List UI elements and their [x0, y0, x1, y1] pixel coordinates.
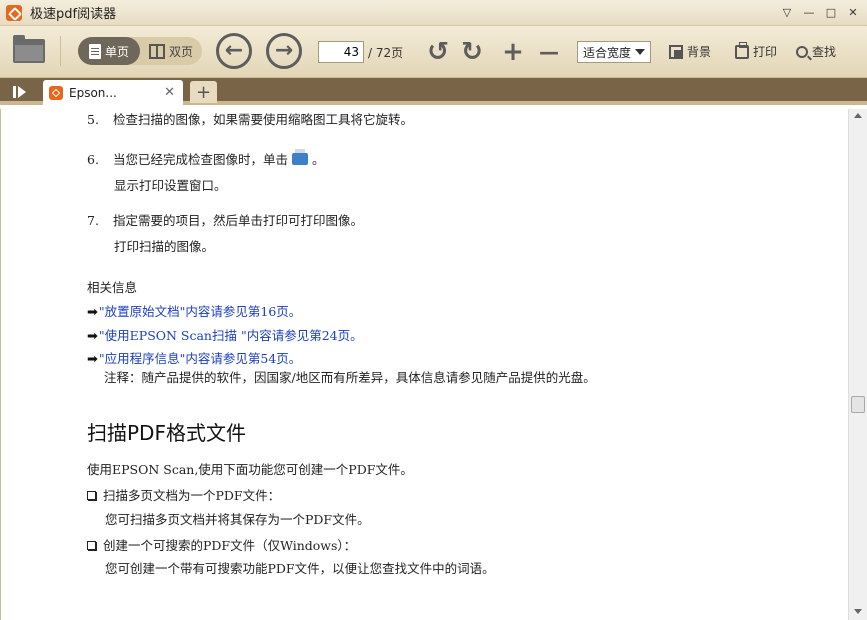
step-detail: 打印扫描的图像。: [114, 239, 215, 254]
related-link[interactable]: ➡"放置原始文档"内容请参见第16页。: [87, 301, 301, 320]
related-link-text: "放置原始文档"内容请参见第16页。: [98, 304, 302, 319]
background-icon: [669, 44, 683, 59]
view-mode-toggle: 单页 双页: [78, 37, 202, 65]
folder-icon: [13, 35, 45, 63]
scrollbar-thumb[interactable]: [851, 396, 865, 413]
play-arrow-icon: [17, 86, 26, 98]
close-button[interactable]: ✕: [843, 3, 863, 21]
toolbar-divider: [60, 36, 61, 66]
bullet-item: 扫描多页文档为一个PDF文件：: [87, 485, 280, 504]
arrow-right-icon: ➡: [87, 329, 98, 344]
next-page-button[interactable]: →: [266, 33, 302, 69]
open-file-button[interactable]: [12, 35, 46, 66]
app-logo-icon: [6, 4, 22, 21]
minimize-button[interactable]: —: [799, 3, 819, 21]
double-page-label: 双页: [168, 44, 193, 59]
checkbox-bullet-icon: [87, 491, 96, 500]
bullet-title: 创建一个可搜索的PDF文件（仅Windows）：: [103, 538, 357, 553]
chevron-down-icon: [635, 49, 645, 55]
step-text: 检查扫描的图像，如果需要使用缩略图工具将它旋转。: [113, 112, 414, 127]
related-link-text: "应用程序信息"内容请参见第54页。: [98, 351, 302, 366]
print-label: 打印: [753, 45, 778, 59]
search-label: 查找: [812, 45, 837, 59]
bullet-item: 创建一个可搜索的PDF文件（仅Windows）：: [87, 535, 356, 554]
step-number: 5.: [87, 112, 99, 127]
printer-icon: [735, 41, 749, 59]
plus-icon: +: [502, 37, 524, 67]
background-button[interactable]: 背景: [669, 43, 711, 60]
rotate-right-icon: ↻: [461, 37, 483, 67]
tab-document-label: Epson...: [69, 85, 117, 100]
related-link-text: "使用EPSON Scan扫描 "内容请参见第24页。: [98, 328, 363, 343]
arrow-right-icon: ➡: [87, 352, 98, 367]
new-tab-button[interactable]: +: [190, 81, 217, 103]
step-item: 5. 检查扫描的图像，如果需要使用缩略图工具将它旋转。: [87, 109, 413, 128]
double-page-icon: [148, 43, 165, 59]
search-icon: [796, 45, 808, 58]
print-icon: [292, 149, 309, 165]
single-page-label: 单页: [104, 44, 129, 59]
print-button[interactable]: 打印: [735, 41, 778, 60]
menu-dropdown-button[interactable]: ▽: [777, 3, 797, 21]
title-bar: 极速pdf阅读器 ▽ — □ ✕: [0, 0, 867, 26]
step-number: 6.: [87, 152, 99, 167]
arrow-right-icon: →: [274, 38, 294, 63]
bullet-detail: 您可创建一个带有可搜索功能PDF文件，以便让您查找文件中的词语。: [105, 561, 495, 576]
background-label: 背景: [687, 45, 712, 59]
zoom-out-button[interactable]: —: [536, 38, 562, 66]
vertical-scrollbar[interactable]: [848, 109, 867, 620]
tab-bar: Epson... ✕ +: [0, 78, 867, 105]
arrow-left-icon: ←: [224, 38, 244, 63]
sidebar-toggle-button[interactable]: [8, 84, 30, 100]
double-page-button[interactable]: 双页: [140, 37, 202, 65]
pdf-logo-icon: [49, 85, 63, 100]
step-text-end: 。: [312, 152, 325, 167]
toolbar: 单页 双页 ← → / 72页 ↺ ↻ + — 适合宽度 背景 打印 查找: [0, 26, 867, 78]
window-title: 极速pdf阅读器: [30, 7, 117, 22]
page-number-input[interactable]: [318, 41, 364, 63]
document-viewer[interactable]: 5. 检查扫描的图像，如果需要使用缩略图工具将它旋转。 6. 当您已经完成检查图像时…: [0, 109, 848, 620]
maximize-button[interactable]: □: [821, 3, 841, 21]
step-item: 7. 指定需要的项目，然后单击打印可打印图像。: [87, 210, 363, 229]
step-number: 7.: [87, 213, 99, 228]
tab-document[interactable]: Epson... ✕: [43, 80, 183, 105]
zoom-mode-value: 适合宽度: [583, 45, 632, 60]
rotate-right-button[interactable]: ↻: [458, 38, 486, 66]
page-total-label: / 72页: [368, 46, 404, 60]
step-text: 指定需要的项目，然后单击打印可打印图像。: [113, 213, 364, 228]
note-text: 注释：随产品提供的软件，因国家/地区而有所差异，具体信息请参见随产品提供的光盘。: [104, 370, 596, 385]
single-page-icon: [88, 43, 101, 59]
scroll-down-icon[interactable]: [854, 609, 862, 614]
bullet-detail: 您可扫描多页文档并将其保存为一个PDF文件。: [105, 512, 370, 527]
intro-paragraph: 使用EPSON Scan,使用下面功能您可创建一个PDF文件。: [87, 462, 413, 477]
bullet-title: 扫描多页文档为一个PDF文件：: [103, 488, 281, 503]
checkbox-bullet-icon: [87, 541, 96, 550]
sidebar-toggle-icon: [12, 86, 16, 98]
rotate-left-icon: ↺: [427, 37, 449, 67]
zoom-mode-select[interactable]: 适合宽度: [577, 41, 651, 63]
single-page-button[interactable]: 单页: [78, 37, 140, 65]
section-heading: 扫描PDF格式文件: [87, 421, 246, 445]
step-item: 6. 当您已经完成检查图像时，单击 。: [87, 149, 325, 168]
plus-icon: +: [195, 81, 212, 103]
related-link[interactable]: ➡"使用EPSON Scan扫描 "内容请参见第24页。: [87, 325, 363, 344]
rotate-left-button[interactable]: ↺: [424, 38, 452, 66]
step-detail: 显示打印设置窗口。: [114, 178, 227, 193]
search-button[interactable]: 查找: [796, 43, 836, 60]
window-controls: ▽ — □ ✕: [777, 3, 863, 21]
arrow-right-icon: ➡: [87, 305, 98, 320]
related-link[interactable]: ➡"应用程序信息"内容请参见第54页。: [87, 348, 301, 367]
step-text: 当您已经完成检查图像时，单击: [113, 152, 289, 167]
zoom-in-button[interactable]: +: [500, 38, 526, 66]
tab-close-icon[interactable]: ✕: [164, 85, 175, 100]
related-info-heading: 相关信息: [87, 280, 138, 295]
previous-page-button[interactable]: ←: [216, 33, 252, 69]
scroll-up-icon[interactable]: [854, 113, 862, 118]
minus-icon: —: [539, 40, 559, 64]
